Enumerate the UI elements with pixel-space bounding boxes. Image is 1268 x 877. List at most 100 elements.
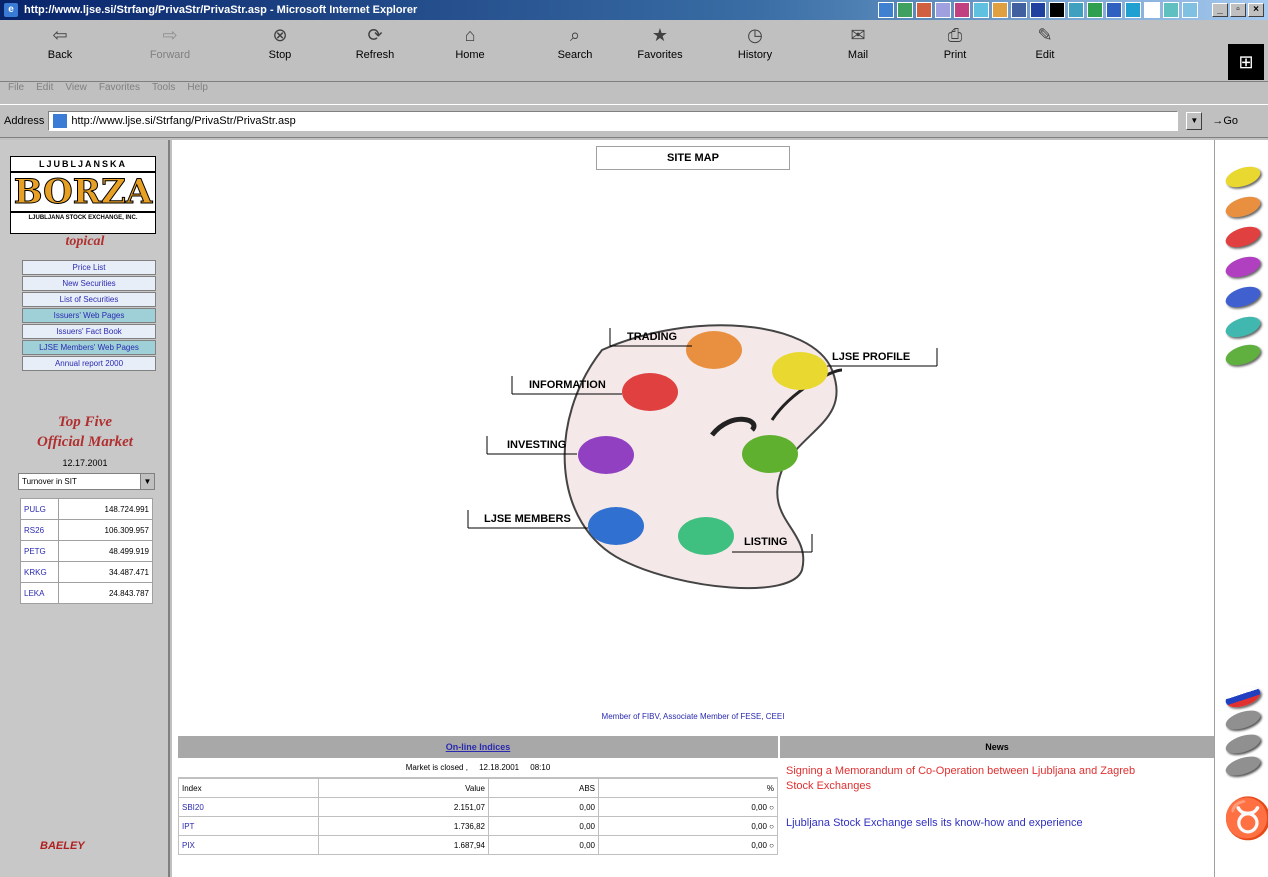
browser-window: e http://www.ljse.si/Strfang/PrivaStr/Pr…: [0, 0, 1268, 877]
home-icon: ⌂: [464, 25, 476, 45]
forward-button[interactable]: ⇨ Forward: [140, 22, 200, 76]
menu-item-list-of-securities[interactable]: List of Securities: [22, 292, 156, 307]
green-nav-blob[interactable]: [1223, 340, 1263, 370]
investing-blob[interactable]: [578, 436, 634, 474]
menu-favorites[interactable]: Favorites: [99, 82, 140, 93]
trading-blob[interactable]: [686, 331, 742, 369]
quick-launch-icon[interactable]: [1011, 2, 1027, 18]
ljse-members-link[interactable]: LJSE MEMBERS: [484, 513, 571, 525]
slovenian-flag-icon[interactable]: [1223, 682, 1263, 712]
membership-text[interactable]: Member of FIBV, Associate Member of FESE…: [172, 712, 1214, 721]
maximize-button[interactable]: ▫: [1230, 3, 1246, 17]
top-five-date: 12.17.2001: [62, 458, 108, 468]
address-url: http://www.ljse.si/Strfang/PrivaStr/Priv…: [71, 115, 296, 127]
trading-link[interactable]: TRADING: [627, 331, 677, 343]
sponsor-logo[interactable]: BAELEY: [40, 840, 85, 852]
teal-nav-blob[interactable]: [1223, 312, 1263, 342]
stop-button[interactable]: ⊗ Stop: [250, 22, 310, 76]
menu-item-issuers-fact-book[interactable]: Issuers' Fact Book: [22, 324, 156, 339]
minimize-button[interactable]: _: [1212, 3, 1228, 17]
borza-logo[interactable]: LJUBLJANSKA BORZA LJUBLJANA STOCK EXCHAN…: [10, 156, 156, 234]
logo-top-text: LJUBLJANSKA: [11, 157, 155, 173]
quick-launch-icon[interactable]: [954, 2, 970, 18]
print-button[interactable]: ⎙ Print: [925, 22, 985, 76]
blue-nav-blob[interactable]: [1223, 282, 1263, 312]
quick-launch-icon[interactable]: [1087, 2, 1103, 18]
address-input[interactable]: http://www.ljse.si/Strfang/PrivaStr/Priv…: [48, 111, 1179, 131]
menu-edit[interactable]: Edit: [36, 82, 53, 93]
menu-file[interactable]: File: [8, 82, 24, 93]
menu-view[interactable]: View: [65, 82, 87, 93]
quick-launch-icon[interactable]: [916, 2, 932, 18]
quick-launch-icon[interactable]: [935, 2, 951, 18]
ljse-profile-link[interactable]: LJSE PROFILE: [832, 351, 910, 363]
quick-launch-icon[interactable]: [973, 2, 989, 18]
orange-nav-blob[interactable]: [1223, 192, 1263, 222]
mail-icon: ✉: [850, 25, 866, 45]
refresh-button[interactable]: ⟳ Refresh: [345, 22, 405, 76]
information-blob[interactable]: [622, 373, 678, 411]
quick-launch-icon[interactable]: [1182, 2, 1198, 18]
yellow-nav-blob[interactable]: [1223, 162, 1263, 192]
symbol-link[interactable]: KRKG: [20, 561, 59, 583]
back-button[interactable]: ⇦ Back: [30, 22, 90, 76]
menu-item-price-list[interactable]: Price List: [22, 260, 156, 275]
quick-launch-icon[interactable]: [878, 2, 894, 18]
go-button[interactable]: →Go: [1212, 115, 1238, 127]
search-button[interactable]: ⌕ Search: [545, 22, 605, 76]
index-link[interactable]: PIX: [178, 835, 319, 855]
quick-launch-icon[interactable]: [1049, 2, 1065, 18]
grey-nav-blob[interactable]: [1223, 752, 1263, 780]
edit-button[interactable]: ✎ Edit: [1015, 22, 1075, 76]
index-link[interactable]: SBI20: [178, 797, 319, 817]
grey-nav-blob[interactable]: [1223, 730, 1263, 758]
quick-launch-icon[interactable]: [897, 2, 913, 18]
purple-nav-blob[interactable]: [1223, 252, 1263, 282]
indices-title[interactable]: On-line Indices: [178, 736, 778, 758]
menu-item-new-securities[interactable]: New Securities: [22, 276, 156, 291]
symbol-link[interactable]: PULG: [20, 498, 59, 520]
menu-item-members-web-pages[interactable]: LJSE Members' Web Pages: [22, 340, 156, 355]
symbol-link[interactable]: LEKA: [20, 582, 59, 604]
home-button[interactable]: ⌂ Home: [440, 22, 500, 76]
listing-blob[interactable]: [678, 517, 734, 555]
symbol-link[interactable]: PETG: [20, 540, 59, 562]
red-nav-blob[interactable]: [1223, 222, 1263, 252]
chevron-down-icon[interactable]: ▼: [140, 474, 154, 489]
ljse-members-blob[interactable]: [588, 507, 644, 545]
ljse-profile-blob[interactable]: [772, 352, 828, 390]
news-item[interactable]: Ljubljana Stock Exchange sells its know-…: [786, 816, 1146, 831]
index-link[interactable]: IPT: [178, 816, 319, 836]
quick-launch-icon[interactable]: [1125, 2, 1141, 18]
investing-link[interactable]: INVESTING: [507, 439, 566, 451]
history-button[interactable]: ◷ History: [725, 22, 785, 76]
information-link[interactable]: INFORMATION: [529, 379, 606, 391]
symbol-link[interactable]: RS26: [20, 519, 59, 541]
palette-green-blob[interactable]: [742, 435, 798, 473]
windows-logo-icon: ⊞: [1228, 44, 1264, 80]
close-button[interactable]: ×: [1248, 3, 1264, 17]
listing-link[interactable]: LISTING: [744, 536, 787, 548]
table-row: SBI20 2.151,07 0,00 0,00 ○: [178, 797, 778, 817]
grey-nav-blob[interactable]: [1223, 706, 1263, 734]
menu-item-annual-report[interactable]: Annual report 2000: [22, 356, 156, 371]
top-five-select[interactable]: Turnover in SIT ▼: [18, 473, 155, 490]
address-dropdown-button[interactable]: ▼: [1186, 112, 1203, 130]
quick-launch-icon[interactable]: [1106, 2, 1122, 18]
menu-help[interactable]: Help: [187, 82, 208, 93]
news-item[interactable]: Signing a Memorandum of Co-Operation bet…: [786, 764, 1146, 794]
online-indices-panel: On-line Indices Market is closed , 12.18…: [178, 736, 778, 877]
page-icon: [53, 114, 68, 128]
mail-button[interactable]: ✉ Mail: [828, 22, 888, 76]
quick-launch-icon[interactable]: [1068, 2, 1084, 18]
quick-launch-icon[interactable]: [1030, 2, 1046, 18]
quick-launch-icon[interactable]: [1144, 2, 1160, 18]
favorites-button[interactable]: ★ Favorites: [630, 22, 690, 76]
quick-launch-icon[interactable]: [1163, 2, 1179, 18]
menu-item-issuers-web-pages[interactable]: Issuers' Web Pages: [22, 308, 156, 323]
left-frame: LJUBLJANSKA BORZA LJUBLJANA STOCK EXCHAN…: [0, 140, 170, 877]
menu-tools[interactable]: Tools: [152, 82, 175, 93]
quick-launch-icon[interactable]: [992, 2, 1008, 18]
turnover-value: 24.843.787: [58, 582, 153, 604]
title-bar: e http://www.ljse.si/Strfang/PrivaStr/Pr…: [0, 0, 1268, 20]
